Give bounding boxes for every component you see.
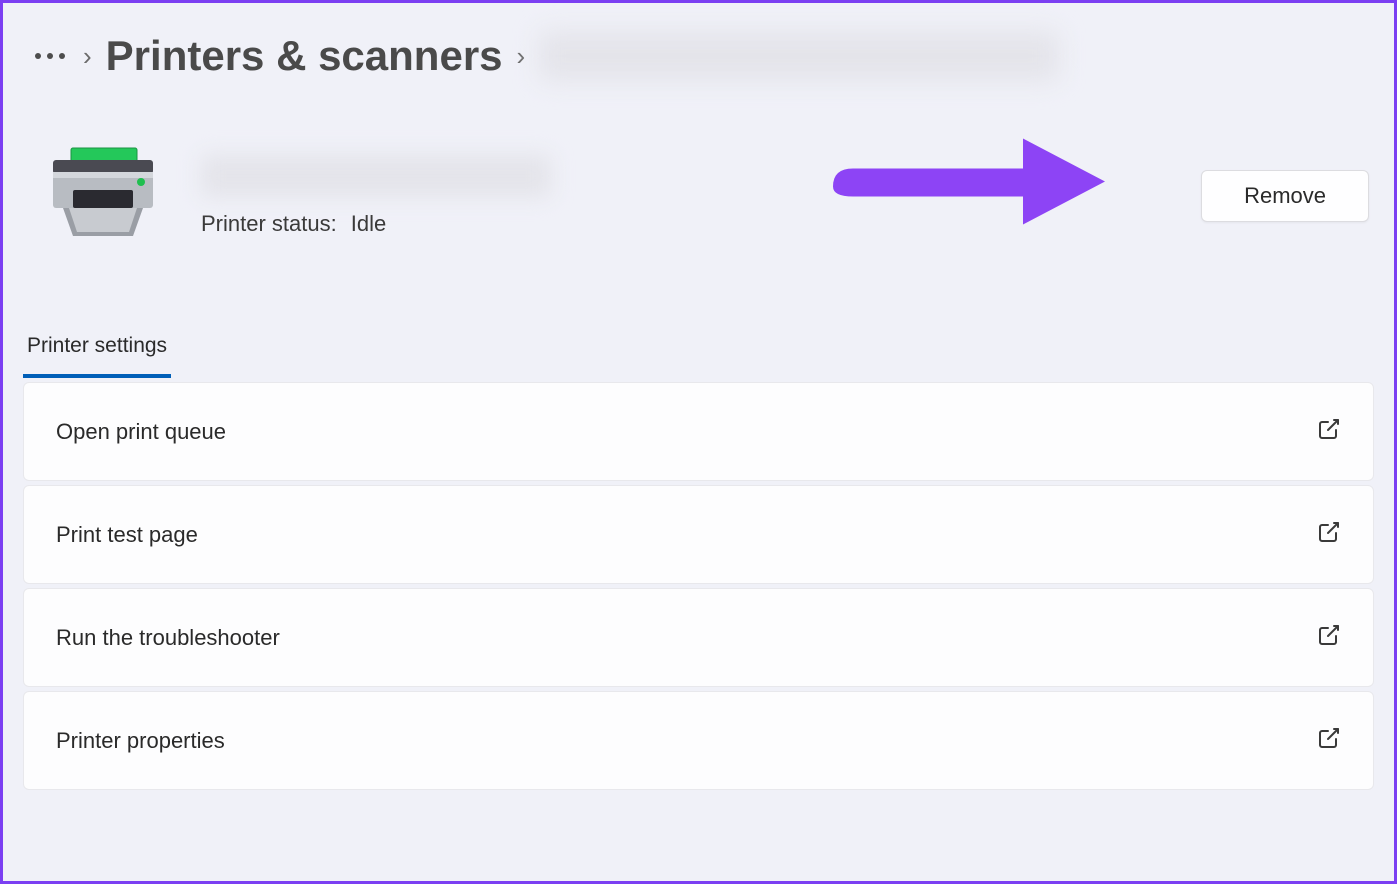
printer-icon xyxy=(33,146,173,246)
chevron-right-icon: › xyxy=(517,41,526,72)
remove-button[interactable]: Remove xyxy=(1201,170,1369,222)
arrow-annotation xyxy=(823,126,1113,241)
chevron-right-icon: › xyxy=(83,41,92,72)
settings-item-label: Print test page xyxy=(56,522,198,548)
settings-item-run-troubleshooter[interactable]: Run the troubleshooter xyxy=(23,588,1374,687)
external-link-icon xyxy=(1317,520,1341,549)
external-link-icon xyxy=(1317,623,1341,652)
settings-item-label: Open print queue xyxy=(56,419,226,445)
settings-list: Open print queue Print test page Run the… xyxy=(3,378,1394,790)
external-link-icon xyxy=(1317,417,1341,446)
printer-status-value: Idle xyxy=(351,211,386,237)
external-link-icon xyxy=(1317,726,1341,755)
breadcrumb-title[interactable]: Printers & scanners xyxy=(106,32,503,80)
settings-item-open-print-queue[interactable]: Open print queue xyxy=(23,382,1374,481)
printer-name-redacted xyxy=(201,155,551,197)
printer-status-label: Printer status: xyxy=(201,211,337,237)
settings-item-print-test-page[interactable]: Print test page xyxy=(23,485,1374,584)
printer-header: Printer status: Idle Remove xyxy=(3,101,1394,266)
settings-item-label: Run the troubleshooter xyxy=(56,625,280,651)
settings-item-printer-properties[interactable]: Printer properties xyxy=(23,691,1374,790)
breadcrumb-more-button[interactable] xyxy=(31,49,69,63)
tab-printer-settings[interactable]: Printer settings xyxy=(23,326,171,378)
breadcrumb: › Printers & scanners › xyxy=(3,3,1394,101)
settings-item-label: Printer properties xyxy=(56,728,225,754)
tabs-row: Printer settings xyxy=(3,266,1394,378)
breadcrumb-printer-name-redacted xyxy=(539,31,1059,81)
